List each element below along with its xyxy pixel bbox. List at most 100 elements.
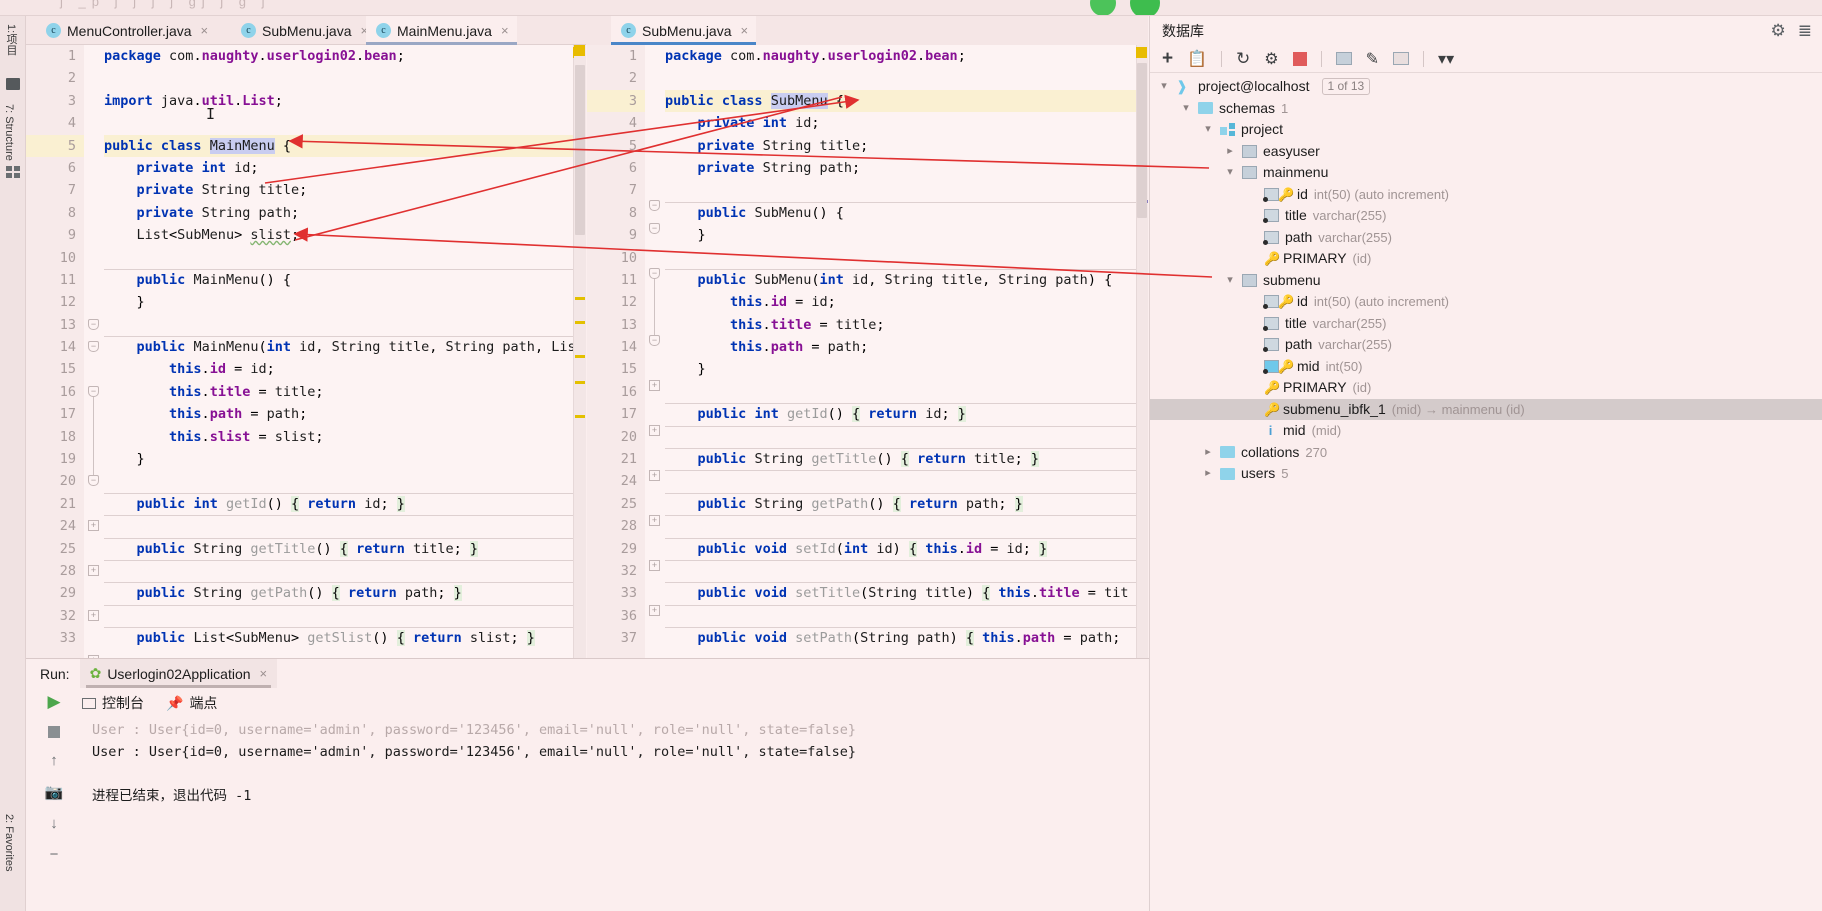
code-line[interactable]: public void setTitle(String title) { thi… [665,582,1148,604]
console-output[interactable]: User : User{id=0, username='admin', pass… [82,719,1149,911]
warning-marker[interactable] [574,45,585,56]
code-line[interactable]: public int getId() { return id; } [104,492,585,515]
editor-scrollbar-right[interactable] [1137,63,1147,218]
code-line[interactable] [665,179,1148,201]
minus-icon[interactable]: − [50,846,59,863]
run-icon[interactable]: ▶ [47,692,60,712]
code-line[interactable] [665,604,1148,627]
tree-node-id[interactable]: 🔑 id int(50) (auto increment) [1150,291,1822,313]
close-icon[interactable]: × [501,23,509,38]
code-line[interactable]: public String getTitle() { return title;… [665,448,1148,470]
code-line[interactable]: private int id; [104,157,585,179]
fold-column-right[interactable]: − − − − + + + + + + [645,45,665,658]
add-icon[interactable]: + [1162,48,1173,70]
code-line[interactable] [665,470,1148,492]
collapse-all-icon[interactable]: ≣ [1798,21,1812,41]
gear-icon[interactable]: ⚙ [1771,21,1786,41]
code-line[interactable]: package com.naughty.userlogin02.bean; [104,45,585,67]
sidebar-item-favorites[interactable]: 2: Favorites [3,814,15,871]
tree-node-title[interactable]: title varchar(255) [1150,205,1822,227]
code-line[interactable]: public String getPath() { return path; } [665,492,1148,515]
fold-icon[interactable]: − [88,341,99,352]
stop-icon[interactable] [48,726,60,738]
tree-node-path[interactable]: path varchar(255) [1150,227,1822,249]
code-line[interactable]: public String getPath() { return path; } [104,582,585,604]
chevron-down-icon[interactable]: ▾ [1224,270,1236,292]
editor-scrollbar[interactable] [575,65,585,235]
code-line[interactable]: } [665,224,1148,246]
code-line[interactable]: private String title; [665,135,1148,157]
code-line[interactable]: public void setId(int id) { this.id = id… [665,537,1148,560]
database-tree[interactable]: ▾ ❱ project@localhost 1 of 13 ▾ schemas 1 ▾ proj… [1150,76,1822,911]
tab-submenu-right[interactable]: c SubMenu.java × [611,16,757,45]
fold-icon[interactable]: − [88,386,99,397]
tree-node-easyuser[interactable]: ▸ easyuser [1150,141,1822,163]
code-line[interactable] [104,112,585,134]
tree-node-mid[interactable]: 🔑 mid int(50) [1150,356,1822,378]
code-line[interactable]: this.slist = slist; [104,426,585,448]
code-line[interactable] [665,381,1148,403]
tree-node-schemas[interactable]: ▾ schemas 1 [1150,98,1822,120]
expand-icon[interactable]: + [649,380,660,391]
code-line[interactable]: } [104,448,585,470]
run-sql-icon[interactable]: ⚙ [1264,49,1278,69]
code-line[interactable]: import java.util.List; [104,90,585,112]
code-line[interactable]: package com.naughty.userlogin02.bean; [665,45,1148,67]
code-line[interactable] [665,425,1148,448]
scroll-down-icon[interactable]: ↓ [50,815,58,832]
expand-icon[interactable]: + [649,560,660,571]
code-line[interactable]: this.title = title; [665,314,1148,336]
edit-icon[interactable]: ✎ [1366,49,1379,69]
tree-node-primary[interactable]: 🔑 PRIMARY (id) [1150,248,1822,270]
code-line[interactable]: private String path; [665,157,1148,179]
code-line[interactable]: this.path = path; [104,403,585,425]
code-line[interactable]: } [104,291,585,313]
code-line[interactable] [104,604,585,627]
tree-node-submenu_ibfk_1[interactable]: 🔑 submenu_ibfk_1 (mid) → mainmenu (id) [1150,398,1822,420]
expand-icon[interactable]: + [649,425,660,436]
code-line[interactable]: this.path = path; [665,336,1148,358]
table-icon[interactable] [1335,52,1352,65]
code-line[interactable] [104,470,585,492]
folder-icon[interactable] [6,78,20,90]
code-line[interactable]: private String path; [104,202,585,224]
tree-node-users[interactable]: ▸ users 5 [1150,463,1822,485]
subtab-console[interactable]: 控制台 [82,693,144,713]
tree-node-title[interactable]: title varchar(255) [1150,313,1822,335]
code-line[interactable]: } [665,358,1148,380]
code-line[interactable] [104,559,585,582]
run-configuration-tab[interactable]: ✿ Userlogin02Application × [79,659,278,688]
close-icon[interactable]: × [741,23,749,38]
fold-icon[interactable]: − [649,335,660,346]
code-line[interactable] [665,247,1148,269]
chevron-right-icon[interactable]: ▸ [1224,141,1236,163]
editor-pane-submenu[interactable]: 1 2 3 4 5 6 7 8 9 10 11 12 13 14 15 16 17 20 21 24 25 28 29 32 3… [587,45,1148,658]
tree-node-primary[interactable]: 🔑 PRIMARY (id) [1150,377,1822,399]
code-line[interactable]: this.title = title; [104,381,585,403]
expand-icon[interactable]: + [649,515,660,526]
copy-icon[interactable]: 📋 [1187,49,1207,69]
refresh-icon[interactable]: ↻ [1236,49,1250,69]
code-line[interactable]: public SubMenu(int id, String title, Str… [665,268,1148,291]
sidebar-item-project[interactable]: 1:项目 [3,24,19,55]
fold-icon[interactable]: − [649,200,660,211]
fold-icon[interactable]: − [649,268,660,279]
code-line[interactable] [104,515,585,537]
expand-icon[interactable]: + [88,520,99,531]
expand-icon[interactable]: + [88,565,99,576]
code-line[interactable]: public MainMenu() { [104,268,585,291]
grid-icon[interactable] [6,166,20,178]
code-line[interactable]: private String title; [104,179,585,201]
expand-icon[interactable]: + [649,605,660,616]
subtab-endpoints[interactable]: 📌 端点 [166,693,217,713]
tree-node-path[interactable]: path varchar(255) [1150,334,1822,356]
marker-bar-right[interactable] [1136,45,1148,658]
sidebar-item-structure[interactable]: 7: Structure [3,104,15,161]
editor-pane-mainmenu[interactable]: 1 2 3 4 5 6 7 8 9 10 11 12 13 14 15 16 17 18 19 20 21 24 25 28 2… [26,45,586,658]
code-line[interactable]: public int getId() { return id; } [665,403,1148,425]
fold-icon[interactable]: − [649,223,660,234]
code-line[interactable]: this.id = id; [104,358,585,380]
code-line[interactable]: public void setPath(String path) { this.… [665,627,1148,649]
chevron-down-icon[interactable]: ▾ [1180,98,1192,120]
tab-mainmenu[interactable]: c MainMenu.java × [366,16,517,45]
